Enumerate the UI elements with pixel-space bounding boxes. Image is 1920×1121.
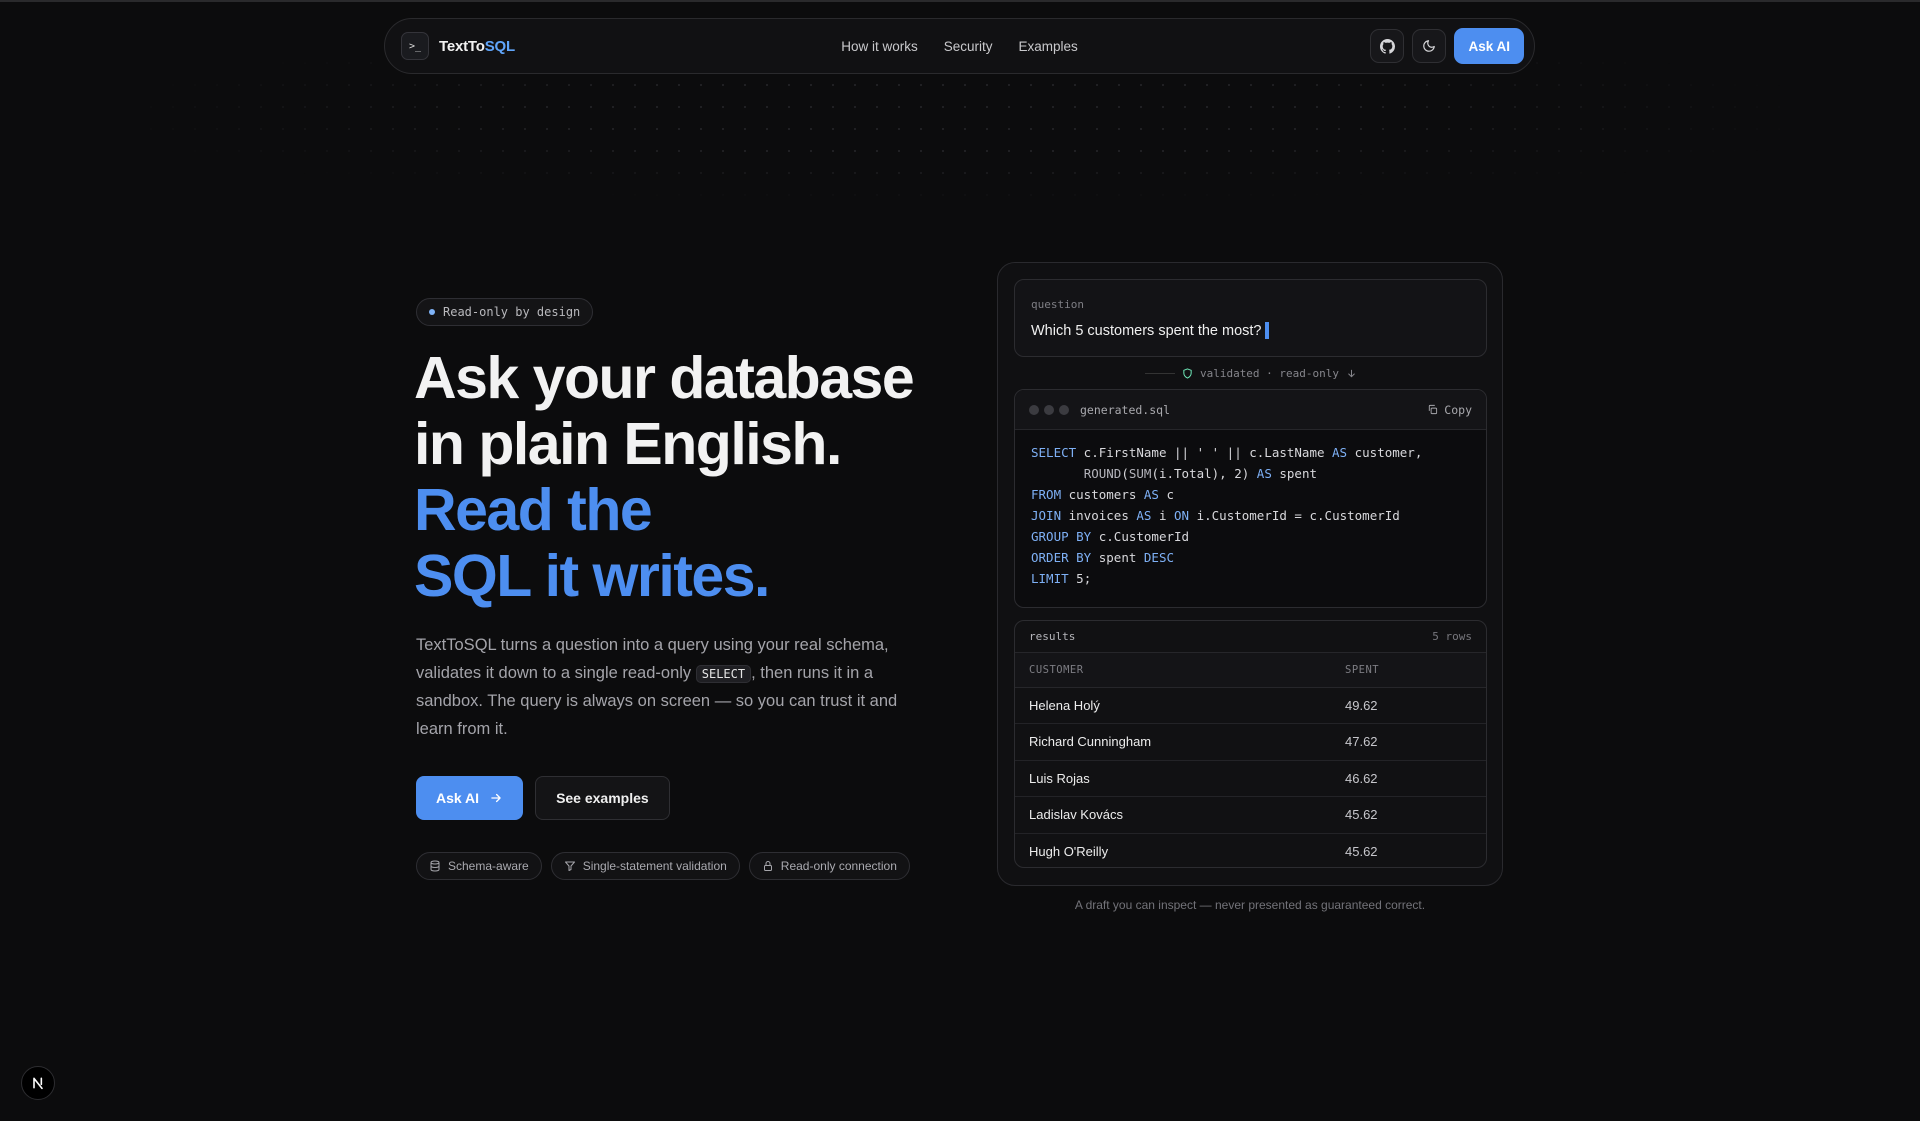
column-header-customer: CUSTOMER bbox=[1015, 653, 1345, 688]
github-button[interactable] bbox=[1370, 29, 1405, 63]
validated-indicator: validated · read-only bbox=[998, 363, 1504, 383]
nextjs-logo-icon[interactable] bbox=[21, 1066, 55, 1100]
see-examples-button[interactable]: See examples bbox=[535, 776, 670, 820]
question-label: question bbox=[1031, 298, 1084, 311]
nav-link-how-it-works[interactable]: How it works bbox=[841, 39, 918, 54]
filter-icon bbox=[564, 861, 575, 871]
feature-chips: Schema-aware Single-statement validation… bbox=[416, 852, 910, 880]
file-name: generated.sql bbox=[1080, 402, 1171, 417]
nav-link-security[interactable]: Security bbox=[944, 39, 993, 54]
copy-icon bbox=[1429, 404, 1438, 415]
row-count: 5 rows bbox=[1432, 630, 1472, 643]
top-navbar: >_ TextToSQL How it works Security Examp… bbox=[384, 18, 1535, 74]
arrow-down-icon bbox=[1348, 369, 1355, 377]
nav-link-examples[interactable]: Examples bbox=[1019, 39, 1078, 54]
column-header-spent: SPENT bbox=[1345, 653, 1486, 688]
hero-description: TextToSQL turns a question into a query … bbox=[416, 636, 898, 738]
sql-code: SELECT c.FirstName || ' ' || c.LastName … bbox=[1031, 445, 1423, 586]
github-icon bbox=[1379, 38, 1395, 54]
chip-single-statement-validation: Single-statement validation bbox=[550, 852, 740, 880]
terminal-prompt-icon[interactable]: >_ bbox=[401, 32, 429, 60]
question-card[interactable]: question Which 5 customers spent the mos… bbox=[1014, 279, 1487, 357]
code-card-header: generated.sql Copy bbox=[1015, 390, 1486, 430]
chip-read-only-connection: Read-only connection bbox=[748, 852, 910, 880]
table-row: Hugh O'Reilly 45.62 bbox=[1029, 844, 1378, 859]
window-dot bbox=[1044, 404, 1054, 415]
database-icon bbox=[430, 860, 440, 872]
question-text: Which 5 customers spent the most? bbox=[1031, 322, 1269, 339]
theme-toggle-button[interactable] bbox=[1412, 29, 1447, 63]
brand-logo[interactable]: TextToSQL bbox=[439, 38, 515, 55]
chip-schema-aware: Schema-aware bbox=[416, 852, 542, 880]
headline-line-2: in plain English. bbox=[414, 411, 842, 477]
top-border bbox=[0, 0, 1920, 2]
results-table: CUSTOMER SPENT Helena Holý 49.62 Richard … bbox=[1015, 653, 1486, 867]
select-code-chip: SELECT bbox=[695, 664, 752, 683]
window-dot bbox=[1059, 404, 1069, 415]
headline-line-3: Read the bbox=[414, 477, 653, 543]
shield-icon bbox=[1183, 367, 1192, 379]
copy-button[interactable]: Copy bbox=[1427, 403, 1472, 417]
text-cursor bbox=[1264, 322, 1269, 339]
window-dot bbox=[1029, 404, 1039, 415]
results-label: results bbox=[1029, 630, 1076, 643]
demo-panel: question Which 5 customers spent the mos… bbox=[997, 262, 1503, 886]
results-card: results 5 rows CUSTOMER SPENT Helena Hol… bbox=[1014, 620, 1487, 868]
hero-headline: Ask your database in plain English. Read… bbox=[414, 345, 974, 609]
results-header: results 5 rows bbox=[1015, 621, 1486, 653]
table-row: Helena Holý 49.62 bbox=[1015, 687, 1486, 724]
arrow-right-icon bbox=[491, 793, 501, 803]
table-row: Ladislav Kovács 45.62 bbox=[1015, 796, 1486, 834]
lock-icon bbox=[763, 861, 772, 871]
badge-label: Read-only by design bbox=[443, 305, 581, 319]
status-dot bbox=[429, 309, 435, 315]
nav-links: How it works Security Examples bbox=[385, 19, 1534, 73]
table-row: Luis Rojas 46.62 bbox=[1015, 760, 1486, 797]
cta-group: Ask AI See examples bbox=[416, 776, 670, 820]
table-row: Richard Cunningham 47.62 bbox=[1015, 723, 1486, 761]
ask-ai-nav-button[interactable]: Ask AI bbox=[1454, 28, 1524, 64]
read-only-badge: Read-only by design bbox=[416, 298, 594, 326]
ask-ai-button[interactable]: Ask AI bbox=[416, 776, 524, 820]
moon-icon bbox=[1423, 40, 1436, 52]
disclaimer-footnote: A draft you can inspect — never presente… bbox=[1074, 898, 1426, 912]
headline-line-1: Ask your database bbox=[414, 345, 915, 411]
headline-line-4: SQL it writes. bbox=[414, 543, 770, 609]
sql-code-card: generated.sql Copy SELECT c.FirstName ||… bbox=[1014, 389, 1487, 608]
